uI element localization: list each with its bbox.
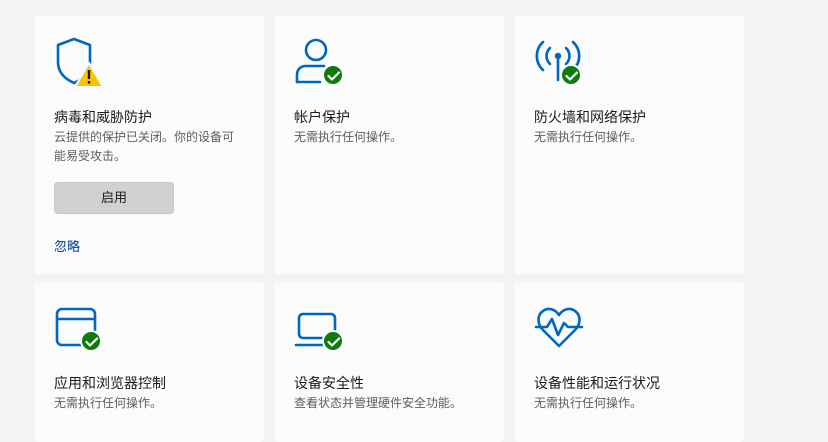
device-security-icon-group xyxy=(294,302,346,354)
account-protection-card[interactable]: 帐户保护 无需执行任何操作。 xyxy=(274,16,504,274)
check-icon xyxy=(80,330,102,352)
card-title: 病毒和威胁防护 xyxy=(54,110,152,126)
card-description: 无需执行任何操作。 xyxy=(534,130,643,144)
card-description: 云提供的保护已关闭。你的设备可能易受攻击。 xyxy=(54,130,235,163)
card-title: 防火墙和网络保护 xyxy=(534,110,646,126)
performance-icon-group xyxy=(534,302,586,354)
card-description: 无需执行任何操作。 xyxy=(54,396,163,410)
device-performance-health-card[interactable]: 设备性能和运行状况 无需执行任何操作。 xyxy=(514,282,744,442)
dismiss-link[interactable]: 忽略 xyxy=(54,236,80,255)
card-description: 无需执行任何操作。 xyxy=(294,130,403,144)
card-description: 无需执行任何操作。 xyxy=(534,396,643,410)
card-title: 设备安全性 xyxy=(294,376,364,392)
firewall-network-protection-card[interactable]: 防火墙和网络保护 无需执行任何操作。 xyxy=(514,16,744,274)
check-icon xyxy=(322,330,344,352)
card-title: 应用和浏览器控制 xyxy=(54,376,166,392)
firewall-icon-group xyxy=(534,36,586,88)
virus-protection-icon-group xyxy=(54,36,106,88)
app-browser-control-card[interactable]: 应用和浏览器控制 无需执行任何操作。 xyxy=(34,282,264,442)
card-title: 帐户保护 xyxy=(294,110,350,126)
device-security-card[interactable]: 设备安全性 查看状态并管理硬件安全功能。 xyxy=(274,282,504,442)
app-browser-icon-group xyxy=(54,302,106,354)
card-description: 查看状态并管理硬件安全功能。 xyxy=(294,396,463,410)
check-icon xyxy=(322,64,344,86)
warning-icon xyxy=(74,62,104,88)
account-icon-group xyxy=(294,36,346,88)
check-icon xyxy=(560,64,582,86)
card-title: 设备性能和运行状况 xyxy=(534,376,660,392)
virus-threat-protection-card[interactable]: 病毒和威胁防护 云提供的保护已关闭。你的设备可能易受攻击。 启用 忽略 xyxy=(34,16,264,274)
enable-button[interactable]: 启用 xyxy=(54,182,174,214)
heart-pulse-icon xyxy=(534,307,584,348)
